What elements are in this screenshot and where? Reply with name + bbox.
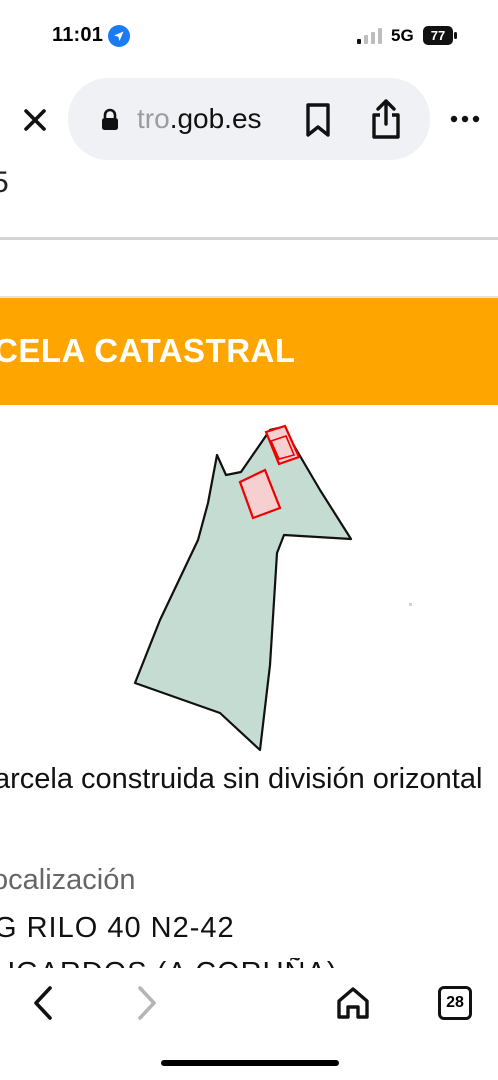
- section-title: CELA CATASTRAL: [0, 332, 296, 369]
- status-time: 11:01: [52, 24, 104, 46]
- cellular-signal-icon: [357, 28, 382, 44]
- parcel-map[interactable]: [120, 415, 370, 755]
- tab-count: 28: [446, 994, 464, 1011]
- location-arrow-icon: [108, 25, 130, 47]
- parcel-shape: [133, 425, 353, 752]
- battery-icon: 77: [423, 26, 457, 45]
- home-indicator[interactable]: [161, 1060, 339, 1066]
- forward-arrow-icon[interactable]: [130, 984, 162, 1022]
- tabs-button[interactable]: 28: [438, 986, 472, 1020]
- bookmark-icon[interactable]: [302, 102, 334, 138]
- url-faded-part: tro: [137, 103, 170, 134]
- url-text[interactable]: tro.gob.es: [137, 103, 262, 135]
- network-type: 5G: [391, 26, 414, 45]
- url-domain: .gob.es: [169, 103, 262, 134]
- share-icon[interactable]: [368, 98, 404, 140]
- back-arrow-icon[interactable]: [28, 984, 60, 1022]
- battery-level: 77: [430, 28, 446, 43]
- address-line-1: G RILO 40 N2-42: [0, 912, 235, 944]
- close-icon[interactable]: [18, 103, 52, 137]
- map-marker-dot: [409, 603, 412, 606]
- status-bar: 11:01 5G 77: [0, 0, 498, 76]
- location-label: ocalización: [0, 864, 136, 896]
- more-options-icon[interactable]: [448, 110, 482, 128]
- home-icon[interactable]: [334, 984, 372, 1022]
- parcel-description: arcela construida sin división orizontal: [0, 763, 483, 795]
- truncated-heading-text: 5: [0, 166, 9, 199]
- section-divider: [0, 237, 498, 240]
- lock-icon: [102, 108, 118, 130]
